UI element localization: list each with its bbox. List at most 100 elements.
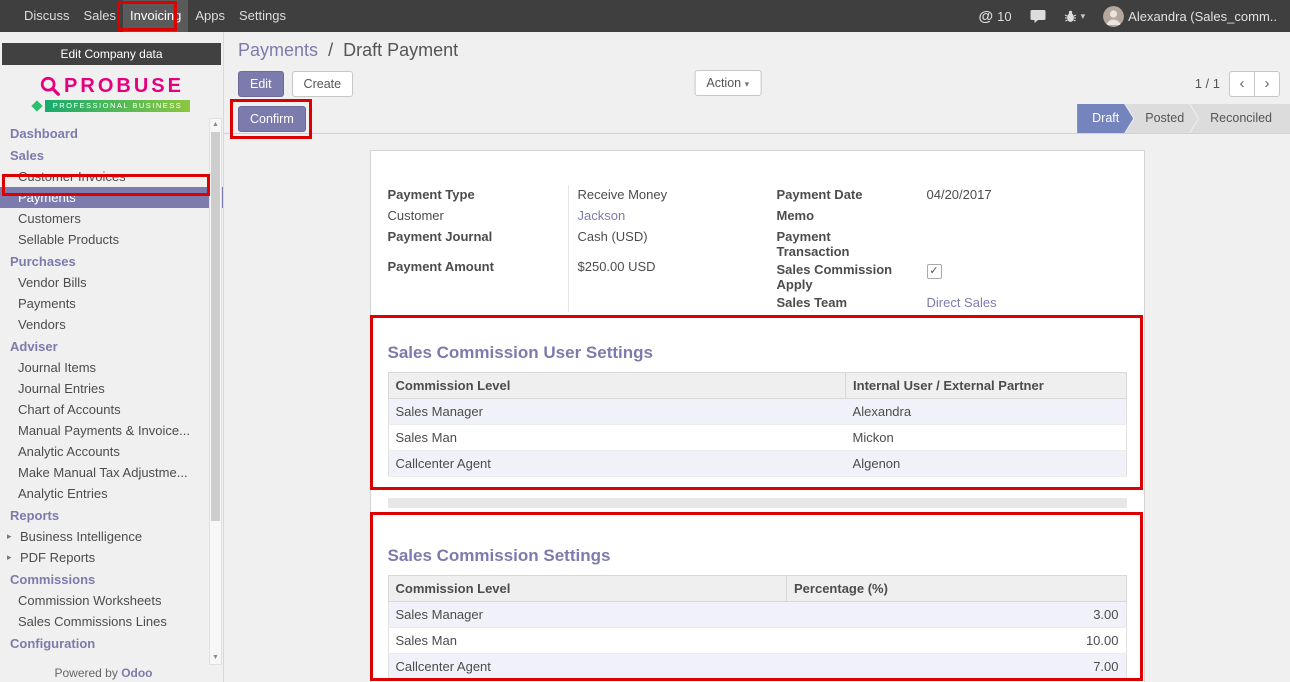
action-dropdown-button[interactable]: Action ▾ [694, 70, 761, 96]
sidebar-heading-commissions[interactable]: Commissions [0, 568, 223, 590]
sidebar-item-vendor-bills[interactable]: Vendor Bills [0, 272, 223, 293]
cell-percentage: 3.00 [787, 602, 1126, 628]
sidebar-item-customer-invoices[interactable]: Customer Invoices [0, 166, 223, 187]
edit-button[interactable]: Edit [238, 71, 284, 97]
table-row[interactable]: Sales ManMickon [388, 425, 1126, 451]
create-button[interactable]: Create [292, 71, 354, 97]
sidebar-item-label: Journal Entries [18, 381, 105, 396]
breadcrumb-payments[interactable]: Payments [238, 40, 318, 60]
odoo-brand-link[interactable]: Odoo [121, 666, 152, 680]
top-menu-sales[interactable]: Sales [77, 0, 124, 32]
cell-commission-level: Sales Man [388, 628, 787, 654]
caret-down-icon: ▾ [745, 79, 750, 89]
sidebar: Edit Company data PROBUSE PROFESSIONAL B… [0, 32, 224, 682]
sidebar-item-customers[interactable]: Customers [0, 208, 223, 229]
sidebar-item-journal-entries[interactable]: Journal Entries [0, 378, 223, 399]
status-stage-posted[interactable]: Posted [1125, 104, 1198, 133]
sales-commission-apply-checkbox[interactable]: ✓ [927, 264, 942, 279]
scrollbar-thumb[interactable] [211, 132, 220, 521]
field-label: Payment Amount [388, 256, 568, 274]
field-payment-transaction: Payment Transaction [777, 226, 1127, 259]
bug-icon [1064, 10, 1077, 23]
sidebar-item-analytic-accounts[interactable]: Analytic Accounts [0, 441, 223, 462]
mention-icon: @ [979, 9, 994, 24]
sidebar-item-payments[interactable]: Payments [0, 293, 223, 314]
table-row[interactable]: Sales Manager3.00 [388, 602, 1126, 628]
action-label: Action [706, 76, 741, 90]
company-logo: PROBUSE PROFESSIONAL BUSINESS [0, 69, 223, 117]
cell-commission-level: Sales Man [388, 425, 846, 451]
main-content: Payments / Draft Payment Edit Create Act… [224, 32, 1290, 682]
sidebar-item-vendors[interactable]: Vendors [0, 314, 223, 335]
sidebar-item-pdf-reports[interactable]: ▸ PDF Reports [0, 547, 223, 568]
field-label: Sales Commission Apply [777, 259, 917, 292]
jackson-link[interactable]: Jackson [578, 208, 626, 223]
debug-menu[interactable]: ▾ [1055, 0, 1095, 32]
sidebar-item-manual-payments-invoice[interactable]: Manual Payments & Invoice... [0, 420, 223, 441]
sidebar-item-sellable-products[interactable]: Sellable Products [0, 229, 223, 250]
scroll-up-arrow-icon[interactable]: ▲ [210, 119, 221, 131]
breadcrumb-separator: / [328, 40, 333, 60]
sidebar-item-label: Sellable Products [18, 232, 119, 247]
column-header-percentage[interactable]: Percentage (%) [787, 576, 1126, 602]
sidebar-item-chart-of-accounts[interactable]: Chart of Accounts [0, 399, 223, 420]
top-menu-settings[interactable]: Settings [232, 0, 293, 32]
sidebar-item-journal-items[interactable]: Journal Items [0, 357, 223, 378]
sidebar-item-make-manual-tax-adjustme[interactable]: Make Manual Tax Adjustme... [0, 462, 223, 483]
sidebar-item-label: Vendors [18, 317, 66, 332]
sidebar-item-analytic-entries[interactable]: Analytic Entries [0, 483, 223, 504]
sidebar-heading-dashboard[interactable]: Dashboard [0, 122, 223, 144]
sidebar-item-label: PDF Reports [20, 550, 95, 565]
chat-icon[interactable] [1021, 0, 1055, 32]
cell-internal-user-external-partner: Alexandra [846, 399, 1126, 425]
top-menu-discuss[interactable]: Discuss [17, 0, 77, 32]
sidebar-item-sales-commissions-lines[interactable]: Sales Commissions Lines [0, 611, 223, 632]
odoo-app-window: DiscussSalesInvoicingAppsSettings @ 10 ▾ [0, 0, 1290, 682]
field-value: Cash (USD) [568, 226, 760, 244]
commission-section-1: Sales Commission Settings Commission Lev… [388, 546, 1127, 680]
field-payment-date: Payment Date04/20/2017 [777, 184, 1127, 205]
sidebar-heading-purchases[interactable]: Purchases [0, 250, 223, 272]
pager-previous-button[interactable]: ‹ [1229, 71, 1255, 97]
table-row[interactable]: Sales ManagerAlexandra [388, 399, 1126, 425]
field-label: Payment Journal [388, 226, 568, 244]
section-title-user-settings: Sales Commission User Settings [388, 343, 1127, 363]
scroll-down-arrow-icon[interactable]: ▼ [210, 652, 221, 664]
sidebar-scrollbar[interactable]: ▲ ▼ [209, 118, 222, 665]
sidebar-item-payments[interactable]: Payments [0, 187, 223, 208]
direct-sales-link[interactable]: Direct Sales [927, 295, 997, 310]
sidebar-heading-reports[interactable]: Reports [0, 504, 223, 526]
column-header-internal-user-external-partner[interactable]: Internal User / External Partner [846, 373, 1126, 399]
status-stage-reconciled[interactable]: Reconciled [1190, 104, 1290, 133]
sidebar-item-label: Payments [18, 296, 76, 311]
sidebar-heading-adviser[interactable]: Adviser [0, 335, 223, 357]
mentions-counter[interactable]: @ 10 [970, 0, 1021, 32]
field-memo: Memo [777, 205, 1127, 226]
commission-user-settings-table: Commission LevelInternal User / External… [388, 372, 1127, 477]
field-value: ✓ [917, 259, 1127, 279]
table-row[interactable]: Callcenter Agent7.00 [388, 654, 1126, 680]
edit-company-data-button[interactable]: Edit Company data [2, 43, 221, 65]
table-row[interactable]: Sales Man10.00 [388, 628, 1126, 654]
sidebar-item-business-intelligence[interactable]: ▸Business Intelligence [0, 526, 223, 547]
sidebar-item-commission-worksheets[interactable]: Commission Worksheets [0, 590, 223, 611]
form-left-group: Payment TypeReceive MoneyCustomerJackson… [388, 184, 760, 313]
top-menu-apps[interactable]: Apps [188, 0, 232, 32]
sidebar-heading-sales[interactable]: Sales [0, 144, 223, 166]
top-menu-invoicing[interactable]: Invoicing [123, 0, 188, 32]
cell-commission-level: Sales Manager [388, 399, 846, 425]
column-header-commission-level[interactable]: Commission Level [388, 373, 846, 399]
confirm-button[interactable]: Confirm [238, 106, 306, 132]
cell-internal-user-external-partner: Algenon [846, 451, 1126, 477]
table-row[interactable]: Callcenter AgentAlgenon [388, 451, 1126, 477]
column-header-commission-level[interactable]: Commission Level [388, 576, 787, 602]
status-stage-draft[interactable]: Draft [1077, 104, 1133, 133]
expand-arrow-icon: ▸ [7, 550, 16, 565]
pager-next-button[interactable]: › [1254, 71, 1280, 97]
sidebar-heading-configuration[interactable]: Configuration [0, 632, 223, 654]
cell-commission-level: Callcenter Agent [388, 451, 846, 477]
caret-down-icon: ▾ [1081, 11, 1086, 22]
user-menu[interactable]: Alexandra (Sales_comm.. [1094, 0, 1286, 32]
field-value: $250.00 USD [568, 256, 760, 274]
sidebar-item-label: Customer Invoices [18, 169, 126, 184]
